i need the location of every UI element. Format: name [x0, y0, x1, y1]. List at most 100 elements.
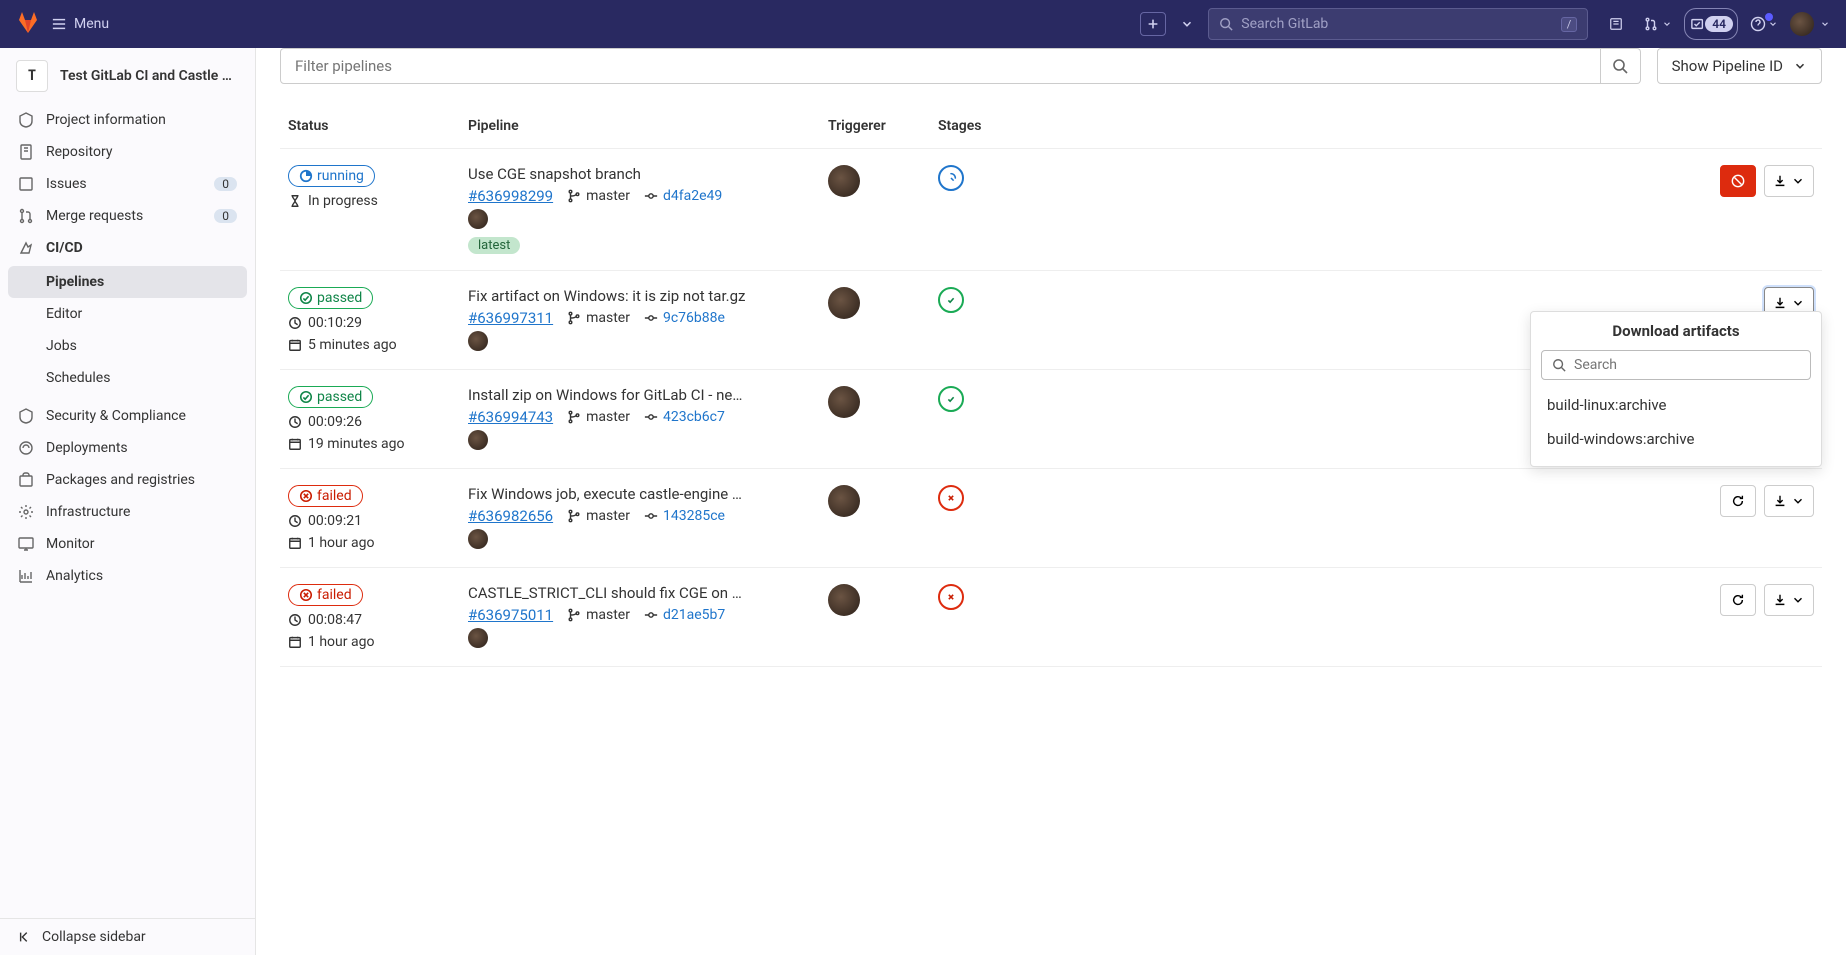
triggerer-avatar[interactable] [828, 386, 860, 418]
filter-pipelines-input[interactable] [280, 48, 1601, 84]
download-icon [1773, 296, 1787, 310]
commit-sha-link[interactable]: d21ae5b7 [644, 607, 725, 623]
download-icon [1773, 593, 1787, 607]
collapse-sidebar-button[interactable]: Collapse sidebar [0, 918, 255, 955]
commit-icon [644, 608, 658, 622]
show-pipeline-id-dropdown[interactable]: Show Pipeline ID [1657, 48, 1822, 84]
sidebar-item-project-information[interactable]: Project information [8, 104, 247, 136]
artifact-item[interactable]: build-windows:archive [1541, 422, 1811, 456]
create-new-chevron[interactable] [1178, 8, 1196, 40]
chevron-down-icon [1791, 174, 1805, 188]
menu-button[interactable]: Menu [52, 16, 109, 32]
gitlab-logo-icon[interactable] [16, 10, 40, 38]
triggerer-avatar[interactable] [828, 165, 860, 197]
col-triggerer: Triggerer [820, 108, 930, 149]
sidebar-item-merge-requests[interactable]: Merge requests 0 [8, 200, 247, 232]
sidebar-item-issues[interactable]: Issues 0 [8, 168, 247, 200]
branch-ref[interactable]: master [567, 508, 630, 524]
stage-failed-icon[interactable] [938, 485, 964, 511]
retry-icon [1731, 494, 1745, 508]
commit-sha-link[interactable]: d4fa2e49 [644, 188, 722, 204]
pipeline-id-link[interactable]: #636998299 [468, 187, 553, 205]
calendar-icon [288, 536, 302, 550]
branch-ref[interactable]: master [567, 188, 630, 204]
filter-search-button[interactable] [1601, 48, 1641, 84]
commit-title[interactable]: CASTLE_STRICT_CLI should fix CGE on … [468, 584, 742, 602]
author-avatar[interactable] [468, 628, 488, 648]
create-new-button[interactable] [1140, 12, 1166, 36]
status-badge[interactable]: passed [288, 287, 373, 309]
author-avatar[interactable] [468, 430, 488, 450]
download-icon [1773, 494, 1787, 508]
user-menu[interactable] [1790, 8, 1830, 40]
sidebar-subitem-pipelines[interactable]: Pipelines [8, 266, 247, 298]
commit-title[interactable]: Fix artifact on Windows: it is zip not t… [468, 287, 745, 305]
status-badge[interactable]: failed [288, 584, 363, 606]
status-badge[interactable]: passed [288, 386, 373, 408]
download-artifacts-button[interactable] [1764, 584, 1814, 616]
artifacts-dropdown-title: Download artifacts [1541, 322, 1811, 340]
sidebar-item-packages[interactable]: Packages and registries [8, 464, 247, 496]
commit-sha-link[interactable]: 143285ce [644, 508, 725, 524]
commit-title[interactable]: Use CGE snapshot branch [468, 165, 641, 183]
author-avatar[interactable] [468, 529, 488, 549]
author-avatar[interactable] [468, 209, 488, 229]
pipeline-id-link[interactable]: #636997311 [468, 309, 553, 327]
branch-ref[interactable]: master [567, 310, 630, 326]
project-header[interactable]: T Test GitLab CI and Castle … [0, 48, 255, 104]
commit-sha-link[interactable]: 423cb6c7 [644, 409, 725, 425]
sidebar-item-infrastructure[interactable]: Infrastructure [8, 496, 247, 528]
search-input[interactable] [1241, 16, 1552, 32]
download-artifacts-button[interactable] [1764, 165, 1814, 197]
sidebar-item-deployments[interactable]: Deployments [8, 432, 247, 464]
commit-title[interactable]: Fix Windows job, execute castle-engine … [468, 485, 742, 503]
sidebar-item-monitor[interactable]: Monitor [8, 528, 247, 560]
download-artifacts-button[interactable] [1764, 485, 1814, 517]
collapse-icon [18, 930, 32, 944]
sidebar-subitem-editor[interactable]: Editor [8, 298, 247, 330]
commit-title[interactable]: Install zip on Windows for GitLab CI - n… [468, 386, 742, 404]
merge-requests-link[interactable] [1644, 8, 1672, 40]
artifacts-search[interactable] [1541, 350, 1811, 380]
sidebar-item-security[interactable]: Security & Compliance [8, 400, 247, 432]
global-search[interactable]: / [1208, 8, 1588, 40]
issues-link-icon[interactable] [1600, 8, 1632, 40]
chevron-down-icon [1791, 593, 1805, 607]
retry-pipeline-button[interactable] [1720, 584, 1756, 616]
pipeline-id-link[interactable]: #636975011 [468, 606, 553, 624]
author-avatar[interactable] [468, 331, 488, 351]
commit-sha-link[interactable]: 9c76b88e [644, 310, 725, 326]
branch-ref[interactable]: master [567, 409, 630, 425]
sidebar-subitem-jobs[interactable]: Jobs [8, 330, 247, 362]
sidebar-item-analytics[interactable]: Analytics [8, 560, 247, 592]
sidebar-item-repository[interactable]: Repository [8, 136, 247, 168]
artifacts-search-input[interactable] [1574, 357, 1800, 373]
stage-passed-icon[interactable] [938, 287, 964, 313]
help-button[interactable] [1750, 8, 1778, 40]
top-header: Menu / 44 [0, 0, 1846, 48]
sidebar-item-cicd[interactable]: CI/CD [8, 232, 247, 264]
triggerer-avatar[interactable] [828, 485, 860, 517]
triggerer-avatar[interactable] [828, 584, 860, 616]
latest-tag: latest [468, 237, 520, 254]
stage-running-icon[interactable] [938, 165, 964, 191]
cancel-pipeline-button[interactable] [1720, 165, 1756, 197]
chevron-down-icon [1791, 296, 1805, 310]
retry-pipeline-button[interactable] [1720, 485, 1756, 517]
todos-link[interactable]: 44 [1684, 8, 1738, 40]
branch-ref[interactable]: master [567, 607, 630, 623]
stage-passed-icon[interactable] [938, 386, 964, 412]
status-badge[interactable]: failed [288, 485, 363, 507]
artifact-item[interactable]: build-linux:archive [1541, 388, 1811, 422]
cancel-icon [1731, 174, 1745, 188]
branch-icon [567, 189, 581, 203]
pipeline-id-link[interactable]: #636994743 [468, 408, 553, 426]
pipelines-table: Status Pipeline Triggerer Stages running… [280, 108, 1822, 667]
pipeline-id-link[interactable]: #636982656 [468, 507, 553, 525]
status-badge[interactable]: running [288, 165, 375, 187]
sidebar-subitem-schedules[interactable]: Schedules [8, 362, 247, 394]
retry-icon [1731, 593, 1745, 607]
stage-failed-icon[interactable] [938, 584, 964, 610]
download-icon [1773, 174, 1787, 188]
triggerer-avatar[interactable] [828, 287, 860, 319]
